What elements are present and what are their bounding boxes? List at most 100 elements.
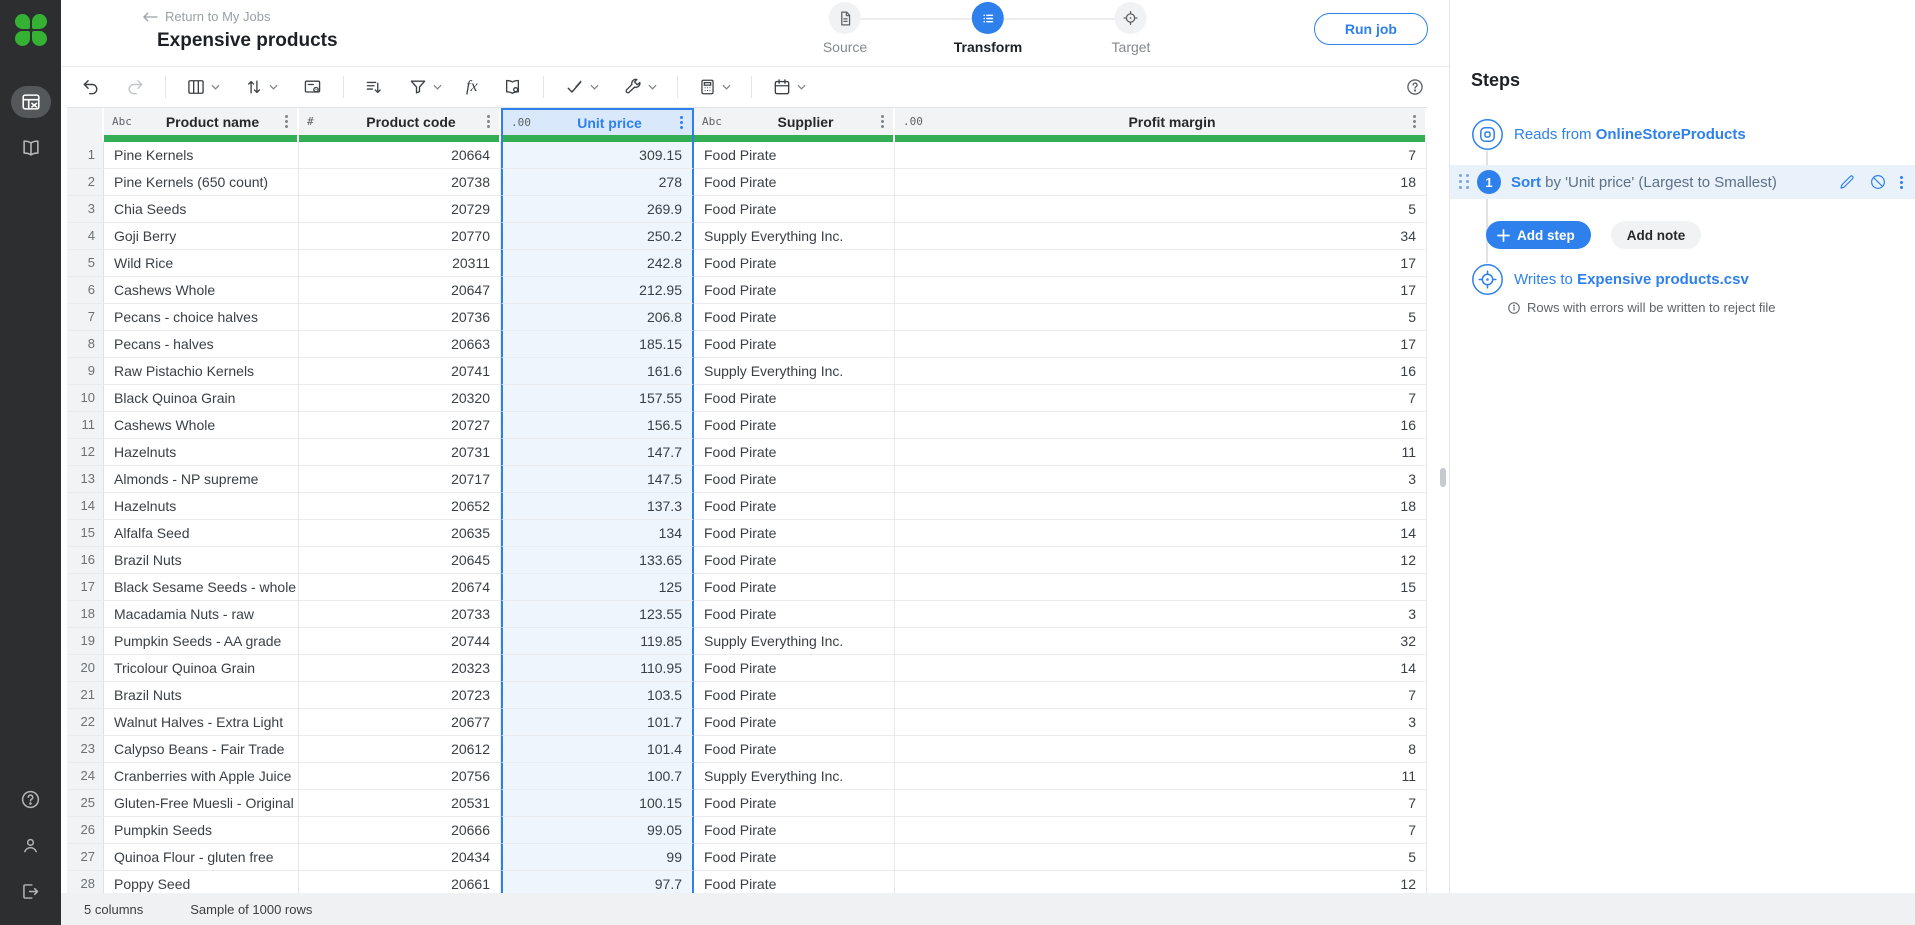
cell-unit-price[interactable]: 103.5 (501, 682, 694, 709)
cell-profit-margin[interactable]: 8 (895, 736, 1427, 763)
back-to-jobs-link[interactable]: Return to My Jobs (143, 9, 271, 24)
cell-unit-price[interactable]: 156.5 (501, 412, 694, 439)
column-menu-icon[interactable] (481, 114, 495, 130)
row-number[interactable]: 17 (67, 574, 104, 601)
cell-product-name[interactable]: Chia Seeds (104, 196, 299, 223)
step-transform[interactable]: Transform (954, 2, 1022, 55)
cell-product-name[interactable]: Goji Berry (104, 223, 299, 250)
cell-unit-price[interactable]: 242.8 (501, 250, 694, 277)
cell-profit-margin[interactable]: 7 (895, 817, 1427, 844)
column-menu-icon[interactable] (875, 114, 889, 130)
row-number[interactable]: 10 (67, 385, 104, 412)
cell-product-name[interactable]: Hazelnuts (104, 493, 299, 520)
cell-unit-price[interactable]: 309.15 (501, 142, 694, 169)
reads-step[interactable]: Reads from OnlineStoreProducts (1471, 118, 1915, 151)
cell-supplier[interactable]: Food Pirate (694, 709, 895, 736)
cell-product-name[interactable]: Black Sesame Seeds - whole (104, 574, 299, 601)
row-number[interactable]: 27 (67, 844, 104, 871)
tools-menu-button[interactable] (617, 73, 663, 101)
cell-supplier[interactable]: Food Pirate (694, 817, 895, 844)
preview-rows-button[interactable] (296, 73, 329, 101)
cell-profit-margin[interactable]: 34 (895, 223, 1427, 250)
cell-unit-price[interactable]: 110.95 (501, 655, 694, 682)
cell-product-code[interactable]: 20744 (299, 628, 501, 655)
cell-product-name[interactable]: Alfalfa Seed (104, 520, 299, 547)
cell-supplier[interactable]: Food Pirate (694, 277, 895, 304)
cell-product-code[interactable]: 20770 (299, 223, 501, 250)
cell-supplier[interactable]: Food Pirate (694, 601, 895, 628)
cell-unit-price[interactable]: 278 (501, 169, 694, 196)
cell-supplier[interactable]: Food Pirate (694, 871, 895, 893)
cell-supplier[interactable]: Food Pirate (694, 331, 895, 358)
cell-profit-margin[interactable]: 16 (895, 358, 1427, 385)
cell-product-name[interactable]: Pine Kernels (650 count) (104, 169, 299, 196)
cell-product-code[interactable]: 20635 (299, 520, 501, 547)
writes-step[interactable]: Writes to Expensive products.csv (1471, 263, 1915, 296)
cell-profit-margin[interactable]: 12 (895, 871, 1427, 893)
step-target[interactable]: Target (1112, 2, 1151, 55)
cell-unit-price[interactable]: 97.7 (501, 871, 694, 893)
column-header-product-code[interactable]: #Product code (299, 108, 501, 135)
cell-profit-margin[interactable]: 15 (895, 574, 1427, 601)
cell-profit-margin[interactable]: 7 (895, 682, 1427, 709)
number-format-button[interactable] (692, 73, 737, 101)
row-number[interactable]: 8 (67, 331, 104, 358)
cell-unit-price[interactable]: 101.7 (501, 709, 694, 736)
cell-unit-price[interactable]: 100.15 (501, 790, 694, 817)
row-number[interactable]: 4 (67, 223, 104, 250)
cell-unit-price[interactable]: 161.6 (501, 358, 694, 385)
cell-unit-price[interactable]: 99 (501, 844, 694, 871)
cell-product-code[interactable]: 20661 (299, 871, 501, 893)
cell-profit-margin[interactable]: 7 (895, 385, 1427, 412)
cell-profit-margin[interactable]: 17 (895, 277, 1427, 304)
column-menu-icon[interactable] (1407, 114, 1421, 130)
cell-product-name[interactable]: Almonds - NP supreme (104, 466, 299, 493)
cell-supplier[interactable]: Food Pirate (694, 493, 895, 520)
cell-unit-price[interactable]: 157.55 (501, 385, 694, 412)
cell-supplier[interactable]: Food Pirate (694, 736, 895, 763)
step-source[interactable]: Source (823, 2, 867, 55)
undo-button[interactable] (75, 73, 107, 101)
row-number[interactable]: 28 (67, 871, 104, 893)
add-note-button[interactable]: Add note (1611, 221, 1702, 249)
row-number[interactable]: 22 (67, 709, 104, 736)
cell-product-code[interactable]: 20674 (299, 574, 501, 601)
row-number[interactable]: 7 (67, 304, 104, 331)
cell-product-name[interactable]: Brazil Nuts (104, 547, 299, 574)
add-step-button[interactable]: Add step (1486, 221, 1591, 249)
formula-button[interactable]: fx (460, 73, 484, 101)
cell-product-name[interactable]: Cranberries with Apple Juice (104, 763, 299, 790)
redo-button[interactable] (119, 73, 151, 101)
row-number[interactable]: 14 (67, 493, 104, 520)
cell-product-code[interactable]: 20311 (299, 250, 501, 277)
cell-unit-price[interactable]: 147.5 (501, 466, 694, 493)
column-header-supplier[interactable]: AbcSupplier (694, 108, 895, 135)
row-number[interactable]: 23 (67, 736, 104, 763)
cell-supplier[interactable]: Food Pirate (694, 304, 895, 331)
cell-product-code[interactable]: 20717 (299, 466, 501, 493)
cell-unit-price[interactable]: 212.95 (501, 277, 694, 304)
cell-profit-margin[interactable]: 11 (895, 763, 1427, 790)
run-job-button[interactable]: Run job (1314, 13, 1428, 45)
cell-product-code[interactable]: 20733 (299, 601, 501, 628)
cell-product-name[interactable]: Calypso Beans - Fair Trade (104, 736, 299, 763)
cell-product-code[interactable]: 20723 (299, 682, 501, 709)
cell-product-name[interactable]: Poppy Seed (104, 871, 299, 893)
sort-step[interactable]: 1 Sort by 'Unit price' (Largest to Small… (1450, 165, 1915, 199)
cell-product-code[interactable]: 20666 (299, 817, 501, 844)
column-header-product-name[interactable]: AbcProduct name (104, 108, 299, 135)
sort-menu-button[interactable] (238, 73, 284, 101)
cell-product-code[interactable]: 20738 (299, 169, 501, 196)
cell-unit-price[interactable]: 133.65 (501, 547, 694, 574)
row-number[interactable]: 16 (67, 547, 104, 574)
cell-product-code[interactable]: 20652 (299, 493, 501, 520)
cell-product-code[interactable]: 20677 (299, 709, 501, 736)
cell-supplier[interactable]: Food Pirate (694, 520, 895, 547)
column-menu-icon[interactable] (674, 115, 688, 131)
cell-product-name[interactable]: Walnut Halves - Extra Light (104, 709, 299, 736)
cell-unit-price[interactable]: 147.7 (501, 439, 694, 466)
row-number[interactable]: 13 (67, 466, 104, 493)
cell-unit-price[interactable]: 123.55 (501, 601, 694, 628)
cell-supplier[interactable]: Supply Everything Inc. (694, 763, 895, 790)
cell-unit-price[interactable]: 206.8 (501, 304, 694, 331)
